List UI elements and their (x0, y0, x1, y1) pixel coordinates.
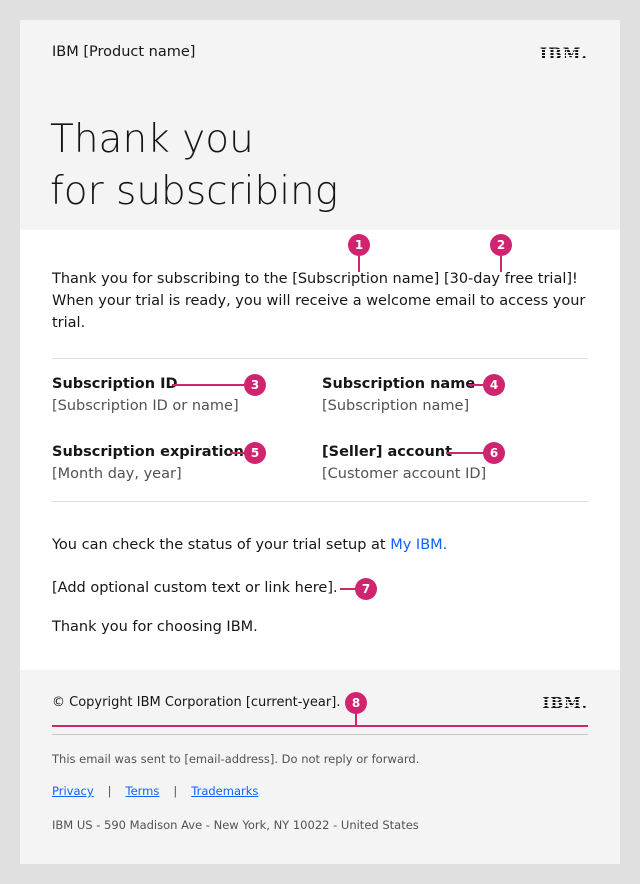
annotation-line-2 (500, 256, 502, 272)
terms-link[interactable]: Terms (126, 784, 160, 798)
thanks-text: Thank you for choosing IBM. (52, 619, 258, 635)
annotation-line-3 (172, 384, 244, 386)
email-header: IBM [Product name] IBM. Thank you for su… (20, 20, 620, 230)
annotation-line-1 (358, 256, 360, 272)
field-label-subscription-name: Subscription name (322, 376, 476, 392)
field-label-subscription-expiration: Subscription expiration (52, 444, 244, 460)
field-value-subscription-id: [Subscription ID or name] (52, 398, 239, 414)
annotation-marker-1: 1 (348, 234, 370, 256)
field-label-seller-account: [Seller] account (322, 444, 453, 460)
field-value-subscription-expiration: [Month day, year] (52, 466, 182, 482)
my-ibm-link[interactable]: My IBM. (390, 537, 447, 553)
product-name: IBM [Product name] (52, 44, 196, 60)
annotation-marker-7: 7 (355, 578, 377, 600)
privacy-link[interactable]: Privacy (52, 784, 94, 798)
divider-bottom (52, 501, 588, 502)
headline-line-2: for subscribing (50, 169, 339, 214)
custom-text: [Add optional custom text or link here]. (52, 580, 338, 596)
annotation-marker-8: 8 (345, 692, 367, 714)
link-separator: | (173, 784, 178, 798)
trademarks-link[interactable]: Trademarks (191, 784, 258, 798)
company-address: IBM US - 590 Madison Ave - New York, NY … (52, 818, 419, 832)
divider-top (52, 358, 588, 359)
annotation-line-4 (468, 384, 484, 386)
annotation-marker-3: 3 (244, 374, 266, 396)
email-notice: This email was sent to [email-address]. … (52, 752, 420, 766)
ibm-footer-logo-icon: IBM. (542, 694, 588, 712)
annotation-marker-4: 4 (483, 374, 505, 396)
annotation-marker-5: 5 (244, 442, 266, 464)
footer-links: Privacy | Terms | Trademarks (52, 784, 258, 798)
field-value-subscription-name: [Subscription name] (322, 398, 470, 414)
page-title: Thank you for subscribing (50, 114, 338, 218)
headline-line-1: Thank you (50, 117, 254, 162)
intro-paragraph: Thank you for subscribing to the [Subscr… (52, 271, 586, 331)
annotation-marker-6: 6 (483, 442, 505, 464)
annotation-line-7 (340, 588, 356, 590)
field-value-seller-account: [Customer account ID] (322, 466, 487, 482)
link-separator: | (107, 784, 112, 798)
email-card: IBM [Product name] IBM. Thank you for su… (20, 20, 620, 864)
ibm-logo-icon: IBM. (539, 44, 588, 63)
copyright-text: © Copyright IBM Corporation [current-yea… (52, 695, 341, 710)
annotation-marker-2: 2 (490, 234, 512, 256)
annotation-line-8 (355, 714, 357, 725)
footer-divider (52, 734, 588, 735)
status-paragraph: You can check the status of your trial s… (52, 537, 447, 553)
annotation-line-6 (446, 452, 486, 454)
field-label-subscription-id: Subscription ID (52, 376, 178, 392)
annotation-underline-8 (52, 725, 588, 727)
status-text: You can check the status of your trial s… (52, 537, 391, 553)
email-footer: © Copyright IBM Corporation [current-yea… (20, 670, 620, 864)
